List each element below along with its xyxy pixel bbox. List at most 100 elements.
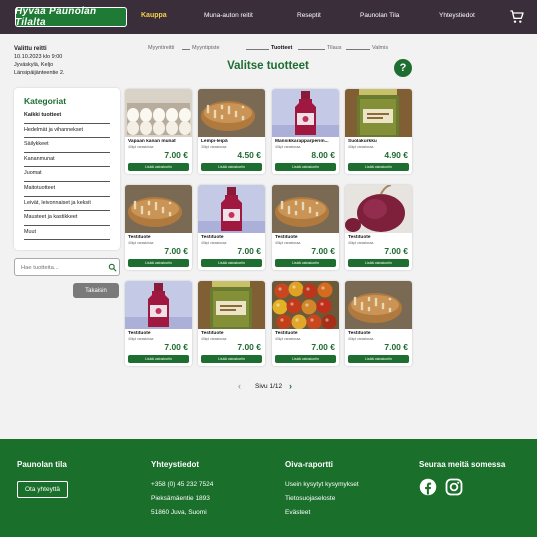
category-maitotuotteet[interactable]: Maitotuotteet — [24, 182, 110, 197]
progress-stepper: Myyntireitti Myyntipiste Tuotteet Tilaus… — [148, 45, 408, 53]
product-card[interactable]: Testituote 40kpl varastossa 7.00 € Lisää os… — [272, 281, 339, 366]
product-image[interactable] — [345, 185, 412, 233]
product-image[interactable] — [272, 89, 339, 137]
product-card[interactable]: Vapaan kanan munat 40kpl varastossa 7.00 €… — [125, 89, 192, 174]
step-myyntipiste: Myyntipiste — [192, 45, 220, 51]
product-card[interactable]: Lempi-leipä 30kpl varastossa 4.50 € Lisää o… — [198, 89, 265, 174]
product-name: Vapaan kanan munat — [128, 139, 176, 144]
product-name: Testituote — [128, 235, 151, 240]
nav-item-paunolan-tila[interactable]: Paunolan Tila — [360, 12, 399, 19]
product-stock: 40kpl varastossa — [128, 241, 154, 245]
category-muut[interactable]: Muut — [24, 226, 110, 241]
pagination: ‹ Sivu 1/12 › — [238, 381, 298, 393]
previous-page-icon[interactable]: ‹ — [238, 381, 246, 391]
product-stock: 40kpl varastossa — [275, 337, 301, 341]
product-price: 7.00 € — [311, 246, 335, 256]
nav-item-reseptit[interactable]: Reseptit — [297, 12, 321, 19]
category-juomat[interactable]: Juomat — [24, 167, 110, 182]
product-card[interactable]: Testituote 40kpl varastossa 7.00 € Lisää os… — [272, 185, 339, 270]
category-leivat[interactable]: Leivät, leivonnaiset ja keksit — [24, 197, 110, 212]
categories-title: Kategoriat — [24, 96, 67, 106]
product-image[interactable] — [272, 185, 339, 233]
shopping-cart-icon[interactable] — [509, 9, 525, 25]
product-card[interactable]: Testituote 40kpl varastossa 7.00 € Lisää os… — [198, 281, 265, 366]
footer-col-contact: Yhteystiedot +358 (0) 45 232 7524 Pieksä… — [151, 460, 213, 520]
nav-item-yhteystiedot[interactable]: Yhteystiedot — [439, 12, 475, 19]
search-input[interactable] — [21, 263, 101, 273]
category-hedelmat-ja-vihannekset[interactable]: Hedelmät ja vihannekset — [24, 124, 110, 139]
footer-link-faq[interactable]: Usein kysytyt kysymykset — [285, 478, 359, 492]
product-stock: 40kpl varastossa — [275, 241, 301, 245]
add-to-cart-button[interactable]: Lisää ostoskoriin — [201, 355, 262, 363]
category-kaikki-tuotteet[interactable]: Kaikki tuotteet — [24, 109, 110, 124]
step-tuotteet: Tuotteet — [271, 45, 293, 51]
footer-link-privacy[interactable]: Tietosuojaseloste — [285, 492, 359, 506]
search-icon[interactable] — [108, 263, 117, 272]
nav-item-muna-auton-reitit[interactable]: Muna-auton reitit — [204, 12, 253, 19]
category-kananmunat[interactable]: Kananmunat — [24, 153, 110, 168]
add-to-cart-button[interactable]: Lisää ostoskoriin — [275, 163, 336, 171]
product-price: 4.50 € — [237, 150, 261, 160]
add-to-cart-button[interactable]: Lisää ostoskoriin — [275, 259, 336, 267]
selected-route-place: Jyväskylä, Keljo — [14, 62, 54, 68]
product-name: Lempi-leipä — [201, 139, 228, 144]
facebook-icon[interactable] — [419, 478, 437, 496]
back-button[interactable]: Takaisin — [73, 283, 119, 298]
add-to-cart-button[interactable]: Lisää ostoskoriin — [128, 355, 189, 363]
add-to-cart-button[interactable]: Lisää ostoskoriin — [128, 259, 189, 267]
add-to-cart-button[interactable]: Lisää ostoskoriin — [348, 259, 409, 267]
footer-street: Pieksämäentie 1893 — [151, 495, 210, 502]
footer-heading: Yhteystiedot — [151, 460, 200, 469]
site-logo[interactable]: Hyvää Paunolan Tilalta — [15, 6, 127, 28]
step-divider — [182, 48, 190, 50]
product-image[interactable] — [125, 281, 192, 329]
product-stock: 40kpl varastossa — [348, 241, 374, 245]
product-stock: 40kpl varastossa — [201, 241, 227, 245]
product-card[interactable]: Suolakurkku 40kpl varastossa 4.90 € Lisää o… — [345, 89, 412, 174]
product-image[interactable] — [345, 281, 412, 329]
add-to-cart-button[interactable]: Lisää ostoskoriin — [348, 163, 409, 171]
product-card[interactable]: Mansikkarapparperim... 40kpl varastossa 8.… — [272, 89, 339, 174]
product-image[interactable] — [345, 89, 412, 137]
selected-route-title: Valittu reitti — [14, 46, 47, 52]
top-navigation: Hyvää Paunolan Tilalta Kauppa Muna-auton… — [0, 0, 537, 34]
product-card[interactable]: Testituote 40kpl varastossa 7.00 € Lisää os… — [125, 185, 192, 270]
footer-phone[interactable]: +358 (0) 45 232 7524 — [151, 478, 213, 492]
product-image[interactable] — [125, 185, 192, 233]
nav-item-kauppa[interactable]: Kauppa — [141, 12, 167, 19]
product-image[interactable] — [198, 185, 265, 233]
step-divider — [346, 48, 370, 50]
selected-route-date: 10.10.2023 klo 9:00 — [14, 54, 63, 60]
step-myyntireitti: Myyntireitti — [148, 45, 175, 51]
product-card[interactable]: Testituote 40kpl varastossa 7.00 € Lisää os… — [125, 281, 192, 366]
step-tilaus: Tilaus — [327, 45, 342, 51]
product-card[interactable]: Testituote 40kpl varastossa 7.00 € Lisää os… — [198, 185, 265, 270]
footer-heading[interactable]: Oiva-raportti — [285, 460, 359, 469]
footer-link-cookies[interactable]: Evästeet — [285, 506, 359, 520]
product-name: Testituote — [275, 235, 298, 240]
add-to-cart-button[interactable]: Lisää ostoskoriin — [128, 163, 189, 171]
site-footer: Paunolan tila Ota yhteyttä Yhteystiedot … — [0, 439, 537, 537]
product-card[interactable]: Testituote 40kpl varastossa 7.00 € Lisää os… — [345, 185, 412, 270]
add-to-cart-button[interactable]: Lisää ostoskoriin — [275, 355, 336, 363]
category-mausteet[interactable]: Mausteet ja kastikkeet — [24, 211, 110, 226]
selected-route-info: Valittu reitti 10.10.2023 klo 9:00 Jyväs… — [14, 45, 64, 77]
product-image[interactable] — [125, 89, 192, 137]
instagram-icon[interactable] — [445, 478, 463, 496]
add-to-cart-button[interactable]: Lisää ostoskoriin — [348, 355, 409, 363]
contact-button[interactable]: Ota yhteyttä — [17, 481, 69, 498]
product-price: 7.00 € — [237, 246, 261, 256]
category-sailykkeet[interactable]: Säilykkeet — [24, 138, 110, 153]
product-name: Testituote — [201, 235, 224, 240]
product-price: 7.00 € — [237, 342, 261, 352]
product-image[interactable] — [272, 281, 339, 330]
product-image[interactable] — [198, 89, 265, 137]
categories-panel: Kategoriat Kaikki tuotteet Hedelmät ja v… — [14, 88, 120, 250]
product-image[interactable] — [198, 281, 265, 329]
product-card[interactable]: Testituote 40kpl varastossa 7.00 € Lisää os… — [345, 281, 412, 366]
product-stock: 40kpl varastossa — [201, 337, 227, 341]
add-to-cart-button[interactable]: Lisää ostoskoriin — [201, 259, 262, 267]
next-page-icon[interactable]: › — [289, 381, 297, 391]
add-to-cart-button[interactable]: Lisää ostoskoriin — [201, 163, 262, 171]
help-button[interactable]: ? — [394, 59, 412, 77]
